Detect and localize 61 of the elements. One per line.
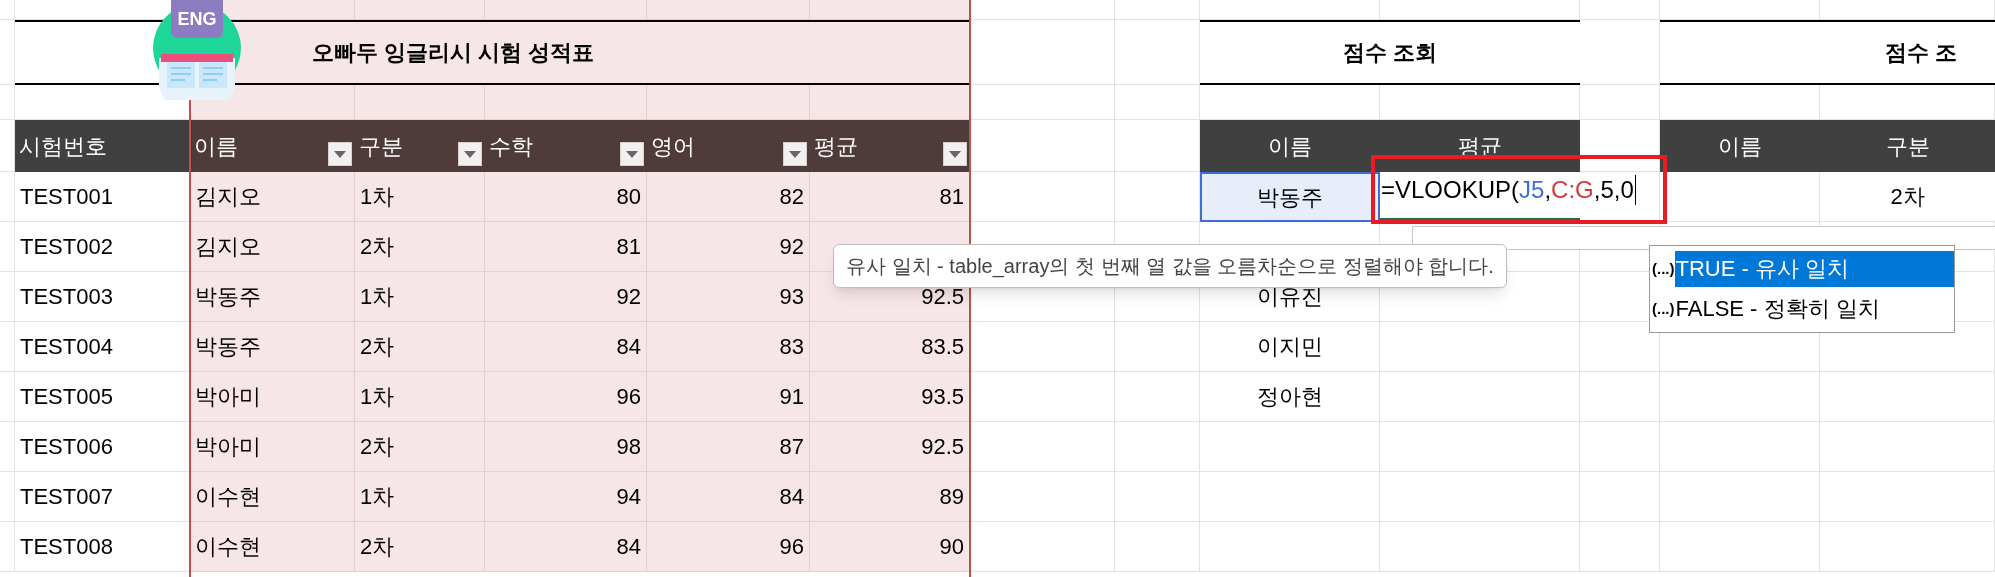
column-header: 수학 bbox=[485, 120, 647, 172]
table-cell-text: 94 bbox=[616, 483, 641, 511]
table-cell-text: TEST007 bbox=[20, 483, 113, 511]
table-cell-text: 2차 bbox=[1890, 183, 1925, 211]
table-cell-text: 96 bbox=[616, 383, 641, 411]
table-cell-text: 김지오 bbox=[195, 183, 261, 211]
table-cell-text: 이수현 bbox=[195, 533, 261, 561]
table-cell-text: 김지오 bbox=[195, 233, 261, 261]
table-cell-text: 박아미 bbox=[195, 383, 261, 411]
table-cell-text: 1차 bbox=[360, 383, 395, 411]
column-header: 이름 bbox=[1200, 120, 1380, 172]
table-cell-text: 박아미 bbox=[195, 433, 261, 461]
table-cell-text: 89 bbox=[939, 483, 964, 511]
table-cell-text: 87 bbox=[779, 433, 804, 461]
column-header: 평균 bbox=[810, 120, 970, 172]
column-header: 이름 bbox=[190, 120, 355, 172]
table-cell-text: 93 bbox=[779, 283, 804, 311]
table-cell-text: 90 bbox=[939, 533, 964, 561]
table-cell-text: 박동주 bbox=[195, 283, 261, 311]
table-cell-text: 2차 bbox=[360, 233, 395, 261]
argument-icon: (...) bbox=[1652, 297, 1675, 321]
table-cell-text: 1차 bbox=[360, 283, 395, 311]
table-cell-text: 96 bbox=[779, 533, 804, 561]
table-cell-text: TEST006 bbox=[20, 433, 113, 461]
table-cell-text: 81 bbox=[939, 183, 964, 211]
column-header: 시험번호 bbox=[15, 120, 190, 172]
table-cell-text: 80 bbox=[616, 183, 641, 211]
table-cell-text: 1차 bbox=[360, 183, 395, 211]
table-cell-text: TEST005 bbox=[20, 383, 113, 411]
table-cell-text: 92.5 bbox=[921, 433, 964, 461]
table-cell-text: 81 bbox=[616, 233, 641, 261]
table-cell-text: TEST008 bbox=[20, 533, 113, 561]
table-cell-text: 2차 bbox=[360, 533, 395, 561]
table-cell-text: 1차 bbox=[360, 483, 395, 511]
table-cell-text: 84 bbox=[616, 533, 641, 561]
table-cell-text: 93.5 bbox=[921, 383, 964, 411]
table-cell-text: TEST001 bbox=[20, 183, 113, 211]
column-header: 구분 bbox=[1820, 120, 1995, 172]
table-cell-text: 2차 bbox=[360, 333, 395, 361]
table-cell-text: 이수현 bbox=[195, 483, 261, 511]
column-header: 영어 bbox=[647, 120, 810, 172]
table-cell-text: 박동주 bbox=[195, 333, 261, 361]
table-cell-text: 83.5 bbox=[921, 333, 964, 361]
lookup-title: 점수 조회 bbox=[1200, 20, 1580, 85]
tooltip: 유사 일치 - table_array의 첫 번째 열 값을 오름차순으로 정렬해야 합니다. bbox=[833, 244, 1507, 288]
table-cell-text: 92 bbox=[616, 283, 641, 311]
column-header: 구분 bbox=[355, 120, 485, 172]
table-cell-text: 84 bbox=[779, 483, 804, 511]
table-cell-text: 84 bbox=[616, 333, 641, 361]
table-cell-text: 91 bbox=[779, 383, 804, 411]
argument-icon: (...) bbox=[1652, 257, 1675, 281]
table-cell-text: 82 bbox=[779, 183, 804, 211]
column-header: 이름 bbox=[1660, 120, 1820, 172]
table-cell-text: TEST004 bbox=[20, 333, 113, 361]
table-cell-text: 83 bbox=[779, 333, 804, 361]
lookup-title: 점수 조 bbox=[1660, 20, 1995, 85]
table-cell-text: 2차 bbox=[360, 433, 395, 461]
table-cell-text: TEST002 bbox=[20, 233, 113, 261]
table-cell-text: TEST003 bbox=[20, 283, 113, 311]
table-cell-text: 98 bbox=[616, 433, 641, 461]
table-cell-text: 92 bbox=[779, 233, 804, 261]
